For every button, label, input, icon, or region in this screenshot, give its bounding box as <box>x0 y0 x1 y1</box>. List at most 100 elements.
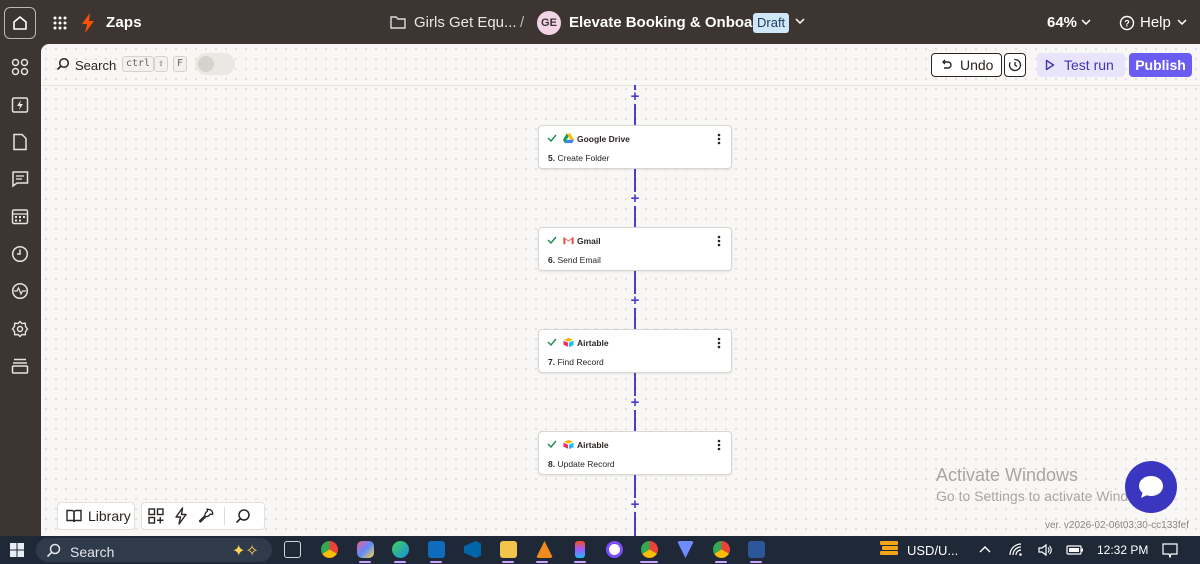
running-indicator <box>430 561 442 563</box>
chat-support-button[interactable] <box>1125 461 1177 513</box>
more-options-icon[interactable] <box>717 337 721 349</box>
apps-icon[interactable] <box>11 58 29 76</box>
zap-bolt-icon <box>82 13 94 33</box>
step-card-google-drive[interactable]: Google Drive 5. Create Folder <box>538 125 732 169</box>
app-title[interactable]: Zaps <box>106 14 142 31</box>
chrome-icon[interactable] <box>713 541 730 558</box>
tool-separator <box>224 507 225 525</box>
search-icon[interactable] <box>235 508 251 524</box>
activity-icon[interactable] <box>11 282 29 300</box>
chevron-down-icon[interactable] <box>1177 19 1187 25</box>
history-icon[interactable] <box>11 245 29 263</box>
test-run-label: Test run <box>1064 57 1114 73</box>
check-icon <box>547 440 557 448</box>
play-icon <box>1045 59 1055 71</box>
running-indicator <box>750 561 762 563</box>
apps-grid-icon[interactable] <box>148 508 164 524</box>
archive-icon[interactable] <box>11 357 29 375</box>
currency-widget[interactable]: USD/U... <box>907 543 958 558</box>
top-bar: Zaps Girls Get Equ... / GE Elevate Booki… <box>0 0 1200 46</box>
step-app-name: Gmail <box>577 236 601 246</box>
vlc-icon[interactable] <box>536 541 553 558</box>
canvas-search[interactable]: Search <box>75 58 116 73</box>
chevron-down-icon[interactable] <box>795 18 805 24</box>
settings-icon[interactable] <box>11 320 29 338</box>
add-step-button[interactable]: + <box>628 293 642 308</box>
calendar-icon[interactable] <box>11 207 29 225</box>
task-view-icon[interactable] <box>284 541 301 558</box>
step-card-airtable-find[interactable]: Airtable 7. Find Record <box>538 329 732 373</box>
step-title: 7. Find Record <box>548 357 604 367</box>
chevron-up-icon[interactable] <box>978 543 992 557</box>
edge-icon[interactable] <box>392 541 409 558</box>
copilot-app-icon[interactable] <box>357 541 374 558</box>
running-indicator <box>574 561 586 563</box>
notification-icon[interactable] <box>1162 543 1178 558</box>
step-number: 6. <box>548 255 556 265</box>
zaps-icon[interactable] <box>11 96 29 114</box>
proton-vpn-icon[interactable] <box>677 541 694 558</box>
more-options-icon[interactable] <box>717 133 721 145</box>
svg-text:?: ? <box>1124 19 1130 29</box>
test-run-button[interactable]: Test run <box>1037 53 1125 77</box>
zap-editor-canvas[interactable]: Search ctrl ⇧ F Undo Test run Publish + … <box>41 44 1200 536</box>
chevron-down-icon[interactable] <box>1081 19 1091 25</box>
more-options-icon[interactable] <box>717 235 721 247</box>
bolt-icon[interactable] <box>174 507 188 525</box>
check-icon <box>547 236 557 244</box>
chrome-icon[interactable] <box>321 541 338 558</box>
taskbar-search[interactable]: Search ✦✧ <box>36 538 272 562</box>
zoom-level[interactable]: 64% <box>1047 14 1077 31</box>
publish-button[interactable]: Publish <box>1129 53 1192 77</box>
status-badge: Draft <box>753 13 790 33</box>
figma-icon[interactable] <box>575 541 585 558</box>
step-action: Send Email <box>557 255 601 265</box>
word-icon[interactable] <box>748 541 765 558</box>
library-button[interactable]: Library <box>57 502 135 530</box>
step-number: 8. <box>548 459 556 469</box>
version-label: ver. v2026-02-06t03:30-cc133fef <box>1045 520 1189 531</box>
more-options-icon[interactable] <box>717 439 721 451</box>
running-indicator <box>394 561 406 563</box>
history-icon <box>1008 58 1022 72</box>
currency-widget-icon[interactable] <box>878 539 900 559</box>
step-card-airtable-update[interactable]: Airtable 8. Update Record <box>538 431 732 475</box>
step-title: 6. Send Email <box>548 255 601 265</box>
outlook-icon[interactable] <box>428 541 445 558</box>
home-button[interactable] <box>4 7 36 39</box>
step-card-gmail[interactable]: Gmail 6. Send Email <box>538 227 732 271</box>
chat-icon <box>1139 476 1163 498</box>
interfaces-icon[interactable] <box>11 170 29 188</box>
battery-icon[interactable] <box>1066 543 1084 557</box>
add-step-button[interactable]: + <box>628 191 642 206</box>
add-step-button[interactable]: + <box>628 497 642 512</box>
step-app-name: Airtable <box>577 440 609 450</box>
volume-icon[interactable] <box>1038 543 1052 557</box>
avatar: GE <box>537 11 561 35</box>
undo-button[interactable]: Undo <box>931 53 1002 77</box>
wifi-icon[interactable] <box>1009 543 1023 557</box>
vscode-icon[interactable] <box>464 541 481 558</box>
running-indicator <box>359 561 371 563</box>
canvas-bottom-tools: Library <box>57 502 265 530</box>
breadcrumb-folder[interactable]: Girls Get Equ... <box>414 14 517 31</box>
help-icon[interactable]: ? <box>1119 15 1135 31</box>
tables-icon[interactable] <box>11 133 29 151</box>
airtable-icon <box>563 337 574 348</box>
folder-icon <box>390 16 406 29</box>
activation-watermark-text: Go to Settings to activate Windows. <box>936 488 1157 504</box>
system-clock[interactable]: 12:32 PM <box>1097 543 1148 557</box>
file-explorer-icon[interactable] <box>500 541 517 558</box>
help-menu[interactable]: Help <box>1140 14 1171 31</box>
chrome-icon[interactable] <box>641 541 658 558</box>
app-switcher-icon[interactable] <box>52 15 68 31</box>
media-player-icon[interactable] <box>606 541 623 558</box>
wrench-icon[interactable] <box>198 508 214 524</box>
canvas-toggle[interactable] <box>195 53 235 75</box>
step-number: 7. <box>548 357 556 367</box>
add-step-button[interactable]: + <box>628 89 642 104</box>
version-history-button[interactable] <box>1004 53 1026 77</box>
step-action: Create Folder <box>557 153 610 163</box>
add-step-button[interactable]: + <box>628 395 642 410</box>
windows-start-icon[interactable] <box>10 543 24 557</box>
